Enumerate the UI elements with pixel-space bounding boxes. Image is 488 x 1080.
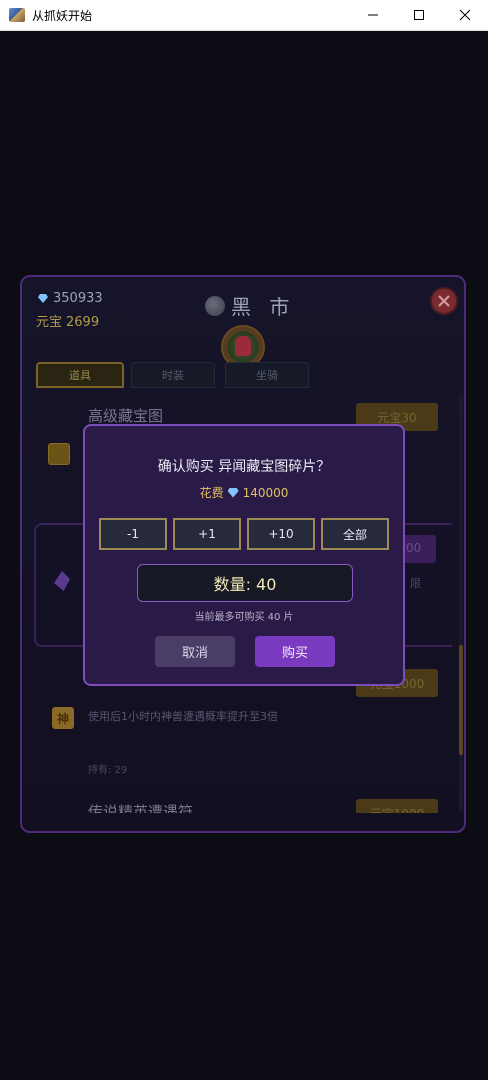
tab-costumes[interactable]: 时装: [131, 362, 215, 388]
limit-label: 限: [410, 577, 421, 590]
tab-mounts[interactable]: 坐骑: [225, 362, 309, 388]
minus-one-button[interactable]: -1: [99, 518, 167, 550]
item-title: 高级藏宝图: [88, 407, 164, 425]
item-hold-count: 持有: 29: [88, 765, 128, 776]
gold-count: 2699: [66, 315, 100, 330]
purchase-dialog: 确认购买 异闻藏宝图碎片？ 花费 140000 -1 +1 +10 全部 数量:…: [83, 424, 405, 686]
cost-label: 花费: [199, 486, 224, 500]
gold-balance: 元宝 2699: [36, 311, 99, 330]
price-button[interactable]: 元宝1000: [356, 799, 438, 813]
dialog-title: 确认购买 异闻藏宝图碎片？: [157, 459, 331, 475]
max-quantity-button[interactable]: 全部: [321, 518, 389, 550]
minimize-icon: [368, 14, 378, 16]
gold-label: 元宝: [36, 315, 63, 330]
maximize-button[interactable]: [396, 0, 442, 30]
plus-ten-button[interactable]: +10: [247, 518, 315, 550]
window-close-button[interactable]: [442, 0, 488, 30]
maximize-icon: [414, 10, 424, 20]
diamond-count: 350933: [53, 291, 103, 306]
shop-close-button[interactable]: [430, 287, 458, 315]
cost-value: 140000: [242, 485, 289, 500]
minimize-button[interactable]: [350, 0, 396, 30]
tab-items[interactable]: 道具: [36, 362, 124, 388]
crystal-icon: [54, 571, 70, 591]
diamond-balance: 350933: [38, 291, 103, 306]
diamond-icon: [227, 487, 239, 498]
shop-title: 黑 市: [205, 291, 295, 320]
buy-button[interactable]: 购买: [255, 636, 335, 667]
game-app-icon: [9, 8, 25, 22]
max-purchase-hint: 当前最多可购买 40 片: [194, 612, 294, 623]
window-title: 从抓妖开始: [32, 9, 93, 23]
window-titlebar: 从抓妖开始: [0, 0, 488, 31]
plus-one-button[interactable]: +1: [173, 518, 241, 550]
scrollbar-thumb[interactable]: [459, 645, 463, 755]
treasure-map-icon: [48, 443, 70, 465]
quantity-display: 数量: 40: [137, 564, 353, 602]
close-icon: [459, 9, 471, 21]
game-viewport: 350933 元宝2699 黑 市 道具 时装 坐骑 高级藏宝图 元宝30 限: [0, 31, 488, 1080]
cancel-button[interactable]: 取消: [155, 636, 235, 667]
moon-icon: [205, 295, 225, 316]
item-title: 传说精英遭遇符: [88, 803, 194, 813]
dialog-cost: 花费 140000: [85, 484, 403, 501]
close-icon: [438, 295, 450, 307]
shop-title-text: 黑 市: [231, 295, 296, 319]
diamond-icon: [38, 294, 48, 303]
talisman-icon: 神: [52, 707, 74, 729]
item-description: 使用后1小时内神兽遭遇概率提升至3倍: [88, 710, 278, 723]
